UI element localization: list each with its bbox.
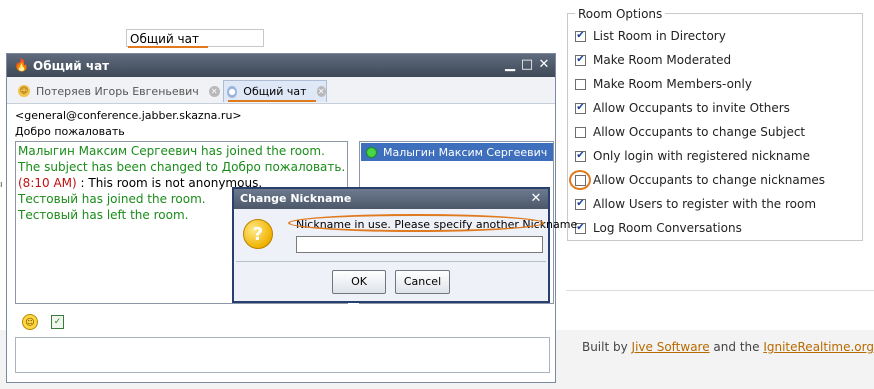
option-change-nicknames[interactable]: Allow Occupants to change nicknames [575,171,825,189]
page-divider [566,290,874,291]
transcript-line: Тестовый has left the room. [18,208,189,222]
notes-icon[interactable]: ✓ [51,315,64,329]
option-change-subject[interactable]: Allow Occupants to change Subject [575,123,805,141]
dialog-divider [236,261,546,262]
option-label: Allow Users to register with the room [593,197,817,211]
tab-highlight [228,100,316,102]
smile-icon[interactable]: ☺ [22,314,38,330]
transcript-line: Тестовый has joined the room. [18,192,206,206]
option-label: Make Room Moderated [593,53,732,67]
room-name-highlight [128,46,208,48]
occupant-item[interactable]: Малыгин Максим Сергеевич [361,143,553,161]
question-icon: ? [243,219,273,249]
room-options-legend: Room Options [575,7,666,21]
room-subject: Добро пожаловать [15,125,125,138]
option-register-with-room[interactable]: ✔ Allow Users to register with the room [575,195,816,213]
message-input[interactable] [15,337,550,373]
option-log-conversations[interactable]: ✔ Log Room Conversations [575,219,742,237]
maximize-icon[interactable]: □ [519,57,535,73]
room-name-field[interactable]: Общий чат [126,29,264,47]
option-make-moderated[interactable]: ✔ Make Room Moderated [575,51,731,69]
tab-close-icon[interactable]: ✕ [316,86,326,97]
chat-toolbar [15,311,550,333]
footer-credits: Built by Jive Software and the IgniteRea… [582,340,874,354]
option-label: Only login with registered nickname [593,149,810,163]
option-label: List Room in Directory [593,29,726,43]
transcript-line: Малыгин Максим Сергеевич has joined the … [18,144,325,158]
option-checkbox[interactable]: ✔ [575,30,586,42]
option-members-only[interactable]: Make Room Members-only [575,75,752,93]
footer-middle: and the [709,340,764,354]
close-icon[interactable]: ✕ [536,57,552,73]
nickname-input[interactable] [296,236,543,253]
transcript-line: The subject has been changed to Добро по… [18,160,346,174]
option-registered-nickname[interactable]: ✔ Only login with registered nickname [575,147,810,165]
option-label: Allow Occupants to change nicknames [593,173,826,187]
user-status-icon: ☺ [18,85,30,97]
option-checkbox[interactable]: ✔ [575,54,586,66]
option-list-in-directory[interactable]: ✔ List Room in Directory [575,27,726,45]
option-label: Allow Occupants to invite Others [593,101,790,115]
option-invite-others[interactable]: ✔ Allow Occupants to invite Others [575,99,790,117]
option-checkbox[interactable] [575,126,586,138]
room-jid: <general@conference.jabber.skazna.ru> [15,109,242,122]
tab-label: Потеряев Игорь Евгеньевич [36,84,199,98]
option-label: Log Room Conversations [593,221,742,235]
ok-button[interactable]: OK [332,270,386,294]
occupant-online-icon [366,146,377,158]
footer-prefix: Built by [581,340,632,354]
groupchat-icon: ● [227,85,238,98]
background-edge-text: ı [0,180,3,190]
jive-software-link[interactable]: Jive Software [632,340,710,354]
option-checkbox[interactable] [575,78,586,90]
flame-icon: 🔥 [14,58,29,72]
close-icon[interactable]: ✕ [527,189,545,209]
tab-private-chat[interactable]: ☺ Потеряев Игорь Евгеньевич ✕ [18,80,220,102]
option-checkbox[interactable]: ✔ [575,102,586,114]
message-timestamp: (8:10 AM) [18,176,77,190]
option-label: Allow Occupants to change Subject [593,125,806,139]
option-checkbox[interactable]: ✔ [575,198,586,210]
chat-window-title: Общий чат [33,59,110,73]
option-checkbox[interactable]: ✔ [575,150,586,162]
tab-label: Общий чат [243,85,307,98]
checkbox-highlight-circle [569,170,591,190]
transcript-line: (8:10 AM) : This room is not anonymous. [18,176,262,190]
cancel-button[interactable]: Cancel [395,270,450,294]
minimize-icon[interactable]: ▁ [502,57,518,73]
dialog-title: Change Nickname [240,192,352,205]
occupant-name: Малыгин Максим Сергеевич [383,145,548,159]
igniterealtime-link[interactable]: IgniteRealtime.org [763,340,874,354]
message-highlight-circle [288,214,544,232]
tab-close-icon[interactable]: ✕ [208,85,220,97]
tab-group-chat[interactable]: ● Общий чат ✕ [223,80,327,102]
option-label: Make Room Members-only [593,77,752,91]
